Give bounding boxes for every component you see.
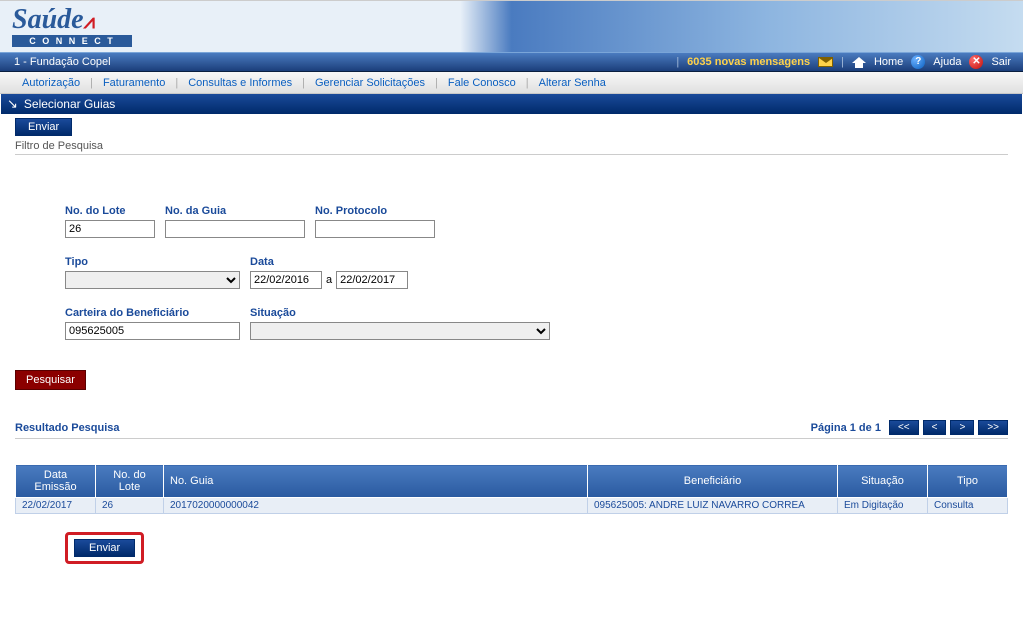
logo-text: Saúde: [12, 4, 84, 35]
menu-faturamento[interactable]: Faturamento: [93, 77, 175, 89]
filter-row-1: No. do Lote No. da Guia No. Protocolo: [65, 205, 1008, 238]
menu-fale-conosco[interactable]: Fale Conosco: [438, 77, 526, 89]
select-tipo[interactable]: [65, 271, 240, 289]
label-lote: No. do Lote: [65, 205, 155, 217]
label-data-sep: a: [326, 274, 332, 286]
cell-lote: 26: [96, 498, 164, 514]
pager-info: Página 1 de 1: [811, 422, 881, 434]
mail-icon[interactable]: [818, 57, 833, 67]
menu-alterar-senha[interactable]: Alterar Senha: [529, 77, 616, 89]
filter-section-title: Filtro de Pesquisa: [15, 140, 1008, 155]
enviar-bottom-highlight: Enviar: [65, 532, 144, 564]
table-row[interactable]: 22/02/2017 26 2017020000000042 095625005…: [16, 498, 1008, 514]
col-data-emissao[interactable]: Data Emissão: [16, 465, 96, 498]
org-label: 1 - Fundação Copel: [0, 56, 676, 68]
field-tipo: Tipo: [65, 256, 240, 289]
input-protocolo[interactable]: [315, 220, 435, 238]
cell-data-emissao: 22/02/2017: [16, 498, 96, 514]
field-protocolo: No. Protocolo: [315, 205, 435, 238]
messages-link[interactable]: 6035 novas mensagens: [687, 56, 810, 68]
input-lote[interactable]: [65, 220, 155, 238]
label-tipo: Tipo: [65, 256, 240, 268]
menu-autorizacao[interactable]: Autorização: [12, 77, 90, 89]
menu-consultas[interactable]: Consultas e Informes: [178, 77, 302, 89]
pager: Página 1 de 1 << < > >>: [811, 420, 1008, 435]
menu-bar: Autorização | Faturamento | Consultas e …: [0, 72, 1023, 94]
label-protocolo: No. Protocolo: [315, 205, 435, 217]
home-link[interactable]: Home: [874, 56, 903, 68]
enviar-top-button[interactable]: Enviar: [15, 118, 72, 136]
field-situacao: Situação: [250, 307, 550, 340]
label-carteira: Carteira do Beneficiário: [65, 307, 240, 319]
pesquisar-button[interactable]: Pesquisar: [15, 370, 86, 390]
messages-label: novas mensagens: [715, 56, 810, 68]
label-data: Data: [250, 256, 408, 268]
input-carteira[interactable]: [65, 322, 240, 340]
help-link[interactable]: Ajuda: [933, 56, 961, 68]
field-lote: No. do Lote: [65, 205, 155, 238]
help-icon[interactable]: ?: [911, 55, 925, 69]
pager-first-button[interactable]: <<: [889, 420, 919, 435]
logo-sub: C O N N E C T: [12, 35, 132, 47]
logo-brand: Saúde⩘: [12, 7, 132, 32]
menu-gerenciar[interactable]: Gerenciar Solicitações: [305, 77, 435, 89]
col-beneficiario[interactable]: Beneficiário: [588, 465, 838, 498]
top-bar-right: | 6035 novas mensagens | Home ? Ajuda ✕ …: [676, 55, 1023, 69]
field-guia: No. da Guia: [165, 205, 305, 238]
input-guia[interactable]: [165, 220, 305, 238]
pager-last-button[interactable]: >>: [978, 420, 1008, 435]
messages-count: 6035: [687, 56, 711, 68]
col-lote[interactable]: No. do Lote: [96, 465, 164, 498]
cell-guia: 2017020000000042: [164, 498, 588, 514]
separator: |: [841, 56, 844, 68]
exit-icon[interactable]: ✕: [969, 55, 983, 69]
filter-row-3: Carteira do Beneficiário Situação: [65, 307, 1008, 340]
input-data-to[interactable]: [336, 271, 408, 289]
header: Saúde⩘ C O N N E C T: [0, 0, 1023, 52]
enviar-bottom-button[interactable]: Enviar: [74, 539, 135, 557]
select-situacao[interactable]: [250, 322, 550, 340]
cell-tipo: Consulta: [928, 498, 1008, 514]
cell-situacao: Em Digitação: [838, 498, 928, 514]
filter-panel: No. do Lote No. da Guia No. Protocolo Ti…: [15, 155, 1008, 360]
pager-prev-button[interactable]: <: [923, 420, 947, 435]
col-guia[interactable]: No. Guia: [164, 465, 588, 498]
logo: Saúde⩘ C O N N E C T: [12, 1, 132, 53]
label-situacao: Situação: [250, 307, 550, 319]
input-data-from[interactable]: [250, 271, 322, 289]
cell-beneficiario: 095625005: ANDRE LUIZ NAVARRO CORREA: [588, 498, 838, 514]
results-title: Resultado Pesquisa: [15, 422, 120, 434]
results-grid: Data Emissão No. do Lote No. Guia Benefi…: [15, 464, 1008, 514]
field-carteira: Carteira do Beneficiário: [65, 307, 240, 340]
exit-link[interactable]: Sair: [991, 56, 1011, 68]
filter-row-2: Tipo Data a: [65, 256, 1008, 289]
page-title: Selecionar Guias: [24, 97, 115, 111]
results-header: Resultado Pesquisa Página 1 de 1 << < > …: [15, 420, 1008, 439]
col-tipo[interactable]: Tipo: [928, 465, 1008, 498]
app-root: Saúde⩘ C O N N E C T 1 - Fundação Copel …: [0, 0, 1023, 584]
page-title-bar: ↘ Selecionar Guias: [1, 94, 1022, 114]
home-icon[interactable]: [852, 55, 866, 69]
col-situacao[interactable]: Situação: [838, 465, 928, 498]
content: Enviar Filtro de Pesquisa No. do Lote No…: [0, 114, 1023, 584]
separator: |: [676, 56, 679, 68]
label-guia: No. da Guia: [165, 205, 305, 217]
arrow-icon: ↘: [7, 96, 18, 112]
top-bar: 1 - Fundação Copel | 6035 novas mensagen…: [0, 52, 1023, 72]
pulse-icon: ⩘: [84, 9, 93, 33]
field-data: Data a: [250, 256, 408, 289]
grid-header-row: Data Emissão No. do Lote No. Guia Benefi…: [16, 465, 1008, 498]
pager-next-button[interactable]: >: [950, 420, 974, 435]
